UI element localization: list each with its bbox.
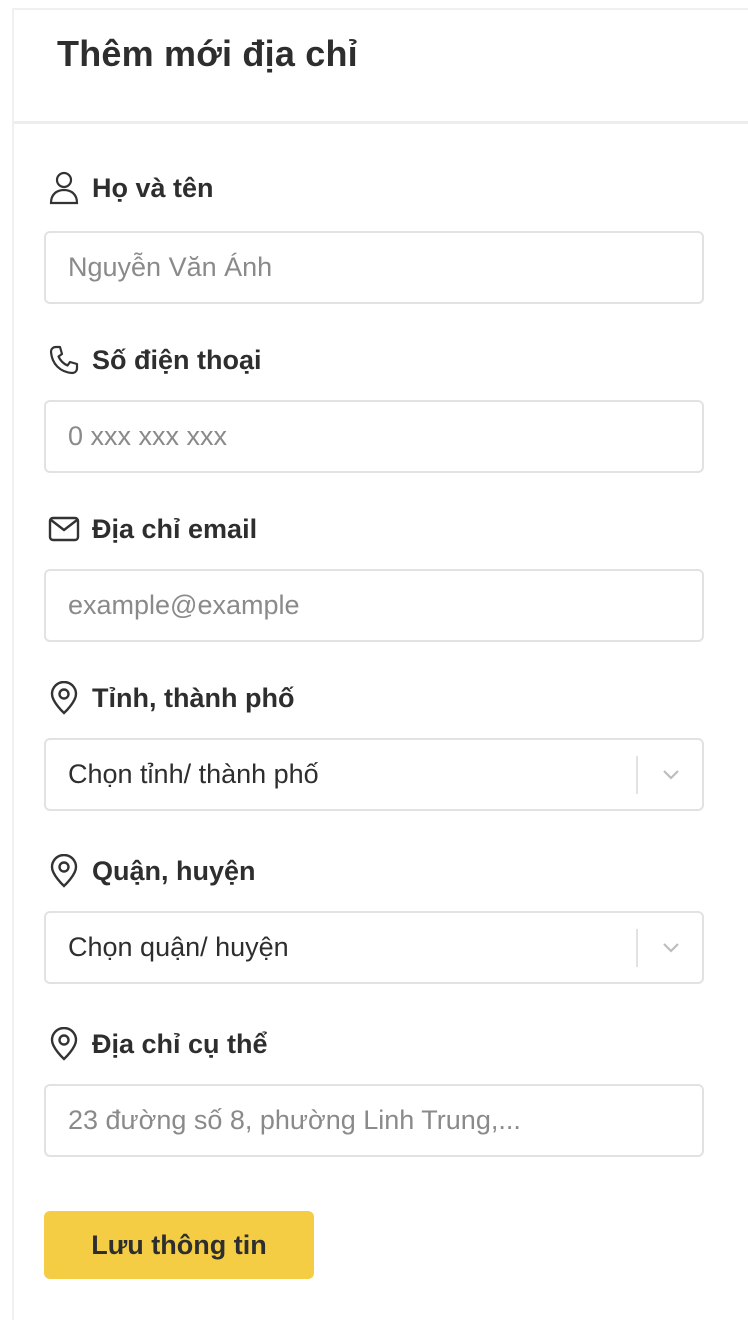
email-placeholder: example@example xyxy=(68,590,300,620)
province-selected-value: Chọn tỉnh/ thành phố xyxy=(68,759,319,789)
location-pin-icon xyxy=(46,1026,82,1062)
email-field[interactable]: example@example xyxy=(44,569,704,642)
mail-icon xyxy=(46,511,82,547)
phone-placeholder: 0 xxx xxx xxx xyxy=(68,421,228,451)
chevron-down-icon[interactable] xyxy=(654,758,688,792)
full-name-label: Họ và tên xyxy=(46,168,214,208)
phone-field[interactable]: 0 xxx xxx xxx xyxy=(44,400,704,473)
province-select[interactable]: Chọn tỉnh/ thành phố xyxy=(44,738,704,811)
district-select[interactable]: Chọn quận/ huyện xyxy=(44,911,704,984)
address-field[interactable]: 23 đường số 8, phường Linh Trung,... xyxy=(44,1084,704,1157)
location-pin-icon xyxy=(46,853,82,889)
district-selected-value: Chọn quận/ huyện xyxy=(68,932,289,962)
select-separator xyxy=(636,928,638,967)
select-separator xyxy=(636,755,638,794)
full-name-placeholder: Nguyễn Văn Ánh xyxy=(68,252,273,282)
district-label: Quận, huyện xyxy=(46,851,256,891)
panel-header: Thêm mới địa chỉ xyxy=(14,10,748,124)
email-label: Địa chỉ email xyxy=(46,509,257,549)
save-button[interactable]: Lưu thông tin xyxy=(44,1211,314,1279)
location-pin-icon xyxy=(46,680,82,716)
phone-label: Số điện thoại xyxy=(46,340,262,380)
chevron-down-icon[interactable] xyxy=(654,931,688,965)
phone-icon xyxy=(46,342,82,378)
province-label: Tỉnh, thành phố xyxy=(46,678,294,718)
user-icon xyxy=(46,170,82,206)
full-name-field[interactable]: Nguyễn Văn Ánh xyxy=(44,231,704,304)
page-title: Thêm mới địa chỉ xyxy=(57,32,358,74)
address-label: Địa chỉ cụ thể xyxy=(46,1024,268,1064)
address-placeholder: 23 đường số 8, phường Linh Trung,... xyxy=(68,1105,521,1135)
